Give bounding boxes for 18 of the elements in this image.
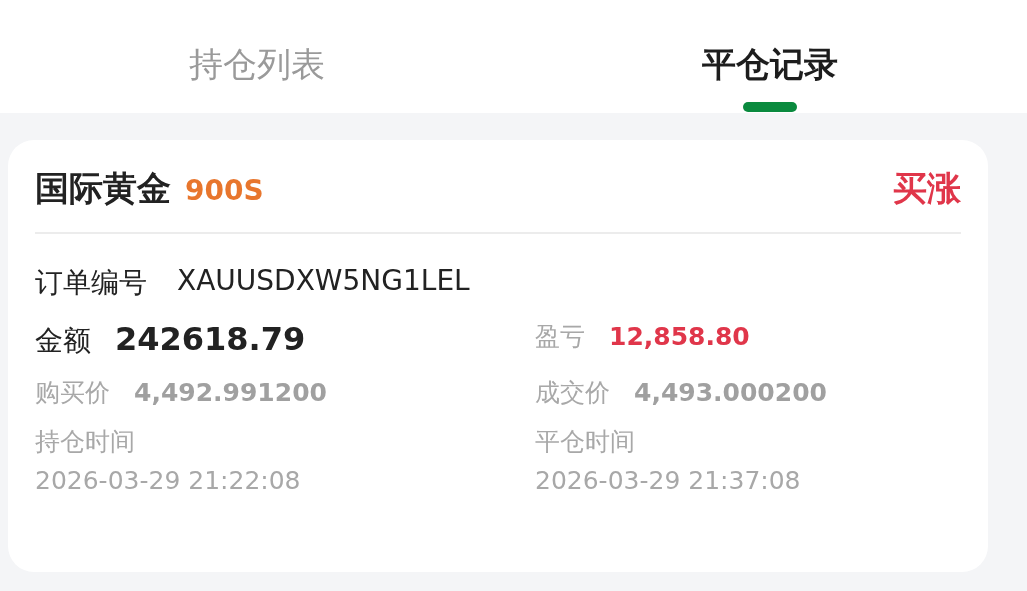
tab[interactable]: 平仓记录 [513,0,1027,113]
field-label: 成交价 [535,377,610,409]
direction-label: 买涨 [893,167,961,210]
field-label: 平仓时间 [535,426,635,458]
field-label: 购买价 [35,377,110,409]
field-value: 4,493.000200 [634,378,827,407]
field-value: 4,492.991200 [134,378,327,407]
order-number: XAUUSDXW5NG1LEL [177,264,470,299]
field-label: 持仓时间 [35,426,135,458]
field-value: 2026-03-29 21:37:08 [535,466,801,495]
field-value: 242618.79 [115,320,306,358]
field-value: 2026-03-29 21:22:08 [35,466,301,495]
field-label: 盈亏 [535,321,585,353]
field-label: 金额 [35,323,91,359]
product-name: 国际黄金 [35,167,171,210]
product-code: 900S [185,174,264,207]
field-value: 12,858.80 [609,322,750,351]
order-label: 订单编号 [35,265,147,301]
